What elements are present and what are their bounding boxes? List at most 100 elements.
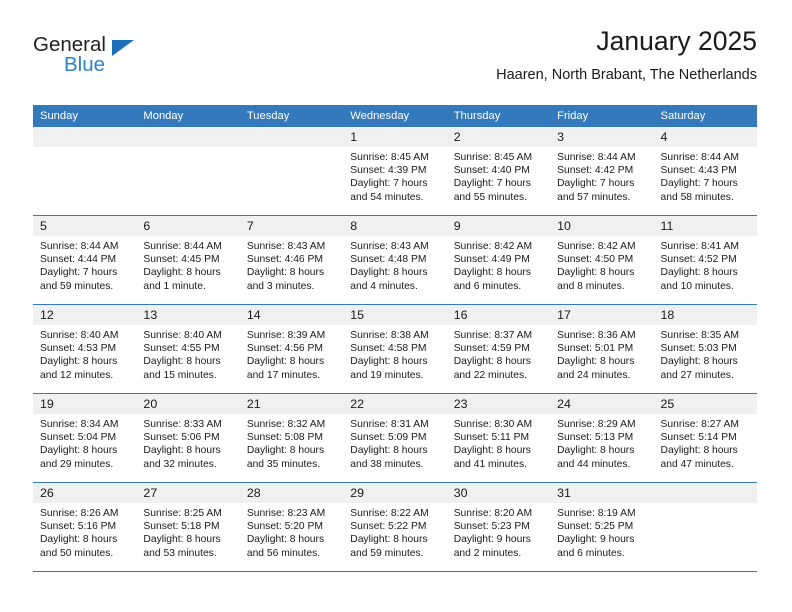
weekday-header-thursday: Thursday (446, 105, 551, 127)
daylight-text-line2: and 17 minutes. (246, 369, 321, 381)
day-number: 2 (446, 127, 551, 147)
weekday-header-row: Sunday Monday Tuesday Wednesday Thursday… (33, 105, 757, 127)
sunset-text: Sunset: 5:18 PM (143, 521, 220, 533)
sunset-text: Sunset: 5:20 PM (246, 521, 323, 533)
calendar-day-cell[interactable]: 2 Sunrise: 8:45 AM Sunset: 4:40 PM Daylight… (446, 127, 551, 216)
sunrise-text: Sunrise: 8:23 AM (246, 508, 326, 519)
day-details: Sunrise: 8:37 AM Sunset: 4:59 PM Daylight:… (447, 325, 550, 382)
sunset-text: Sunset: 4:53 PM (40, 343, 117, 355)
daylight-text-line1: Daylight: 8 hours (350, 356, 428, 368)
calendar-page: General Blue January 2025 Haaren, North … (0, 0, 792, 612)
calendar-day-cell[interactable]: 23 Sunrise: 8:30 AM Sunset: 5:11 PM Dayligh… (446, 393, 551, 483)
day-number: 26 (33, 483, 137, 503)
calendar-day-cell[interactable]: 25 Sunrise: 8:27 AM Sunset: 5:14 PM Dayligh… (653, 393, 757, 483)
daylight-text-line1: Daylight: 8 hours (246, 356, 325, 368)
day-number: 6 (136, 216, 240, 236)
calendar-day-cell[interactable]: 22 Sunrise: 8:31 AM Sunset: 5:09 PM Dayligh… (343, 393, 447, 483)
day-details: Sunrise: 8:35 AM Sunset: 5:03 PM Daylight:… (654, 325, 757, 382)
daylight-text-line1: Daylight: 8 hours (40, 534, 118, 546)
day-number: 19 (33, 394, 137, 414)
calendar-day-cell[interactable]: 14 Sunrise: 8:39 AM Sunset: 4:56 PM Dayligh… (239, 304, 344, 394)
daylight-text-line1: Daylight: 8 hours (40, 356, 118, 368)
calendar-day-cell[interactable]: 9 Sunrise: 8:42 AM Sunset: 4:49 PM Daylight… (446, 215, 551, 305)
daylight-text-line2: and 8 minutes. (557, 280, 625, 292)
calendar-cell-empty (33, 127, 137, 216)
sunset-text: Sunset: 4:55 PM (143, 343, 220, 355)
sunset-text: Sunset: 4:56 PM (246, 343, 323, 355)
calendar-day-cell[interactable]: 31 Sunrise: 8:19 AM Sunset: 5:25 PM Dayligh… (550, 482, 654, 572)
calendar-day-cell[interactable]: 13 Sunrise: 8:40 AM Sunset: 4:55 PM Dayligh… (136, 304, 240, 394)
sunrise-text: Sunrise: 8:30 AM (453, 419, 533, 430)
calendar-day-cell[interactable]: 21 Sunrise: 8:32 AM Sunset: 5:08 PM Dayligh… (239, 393, 344, 483)
daylight-text-line2: and 35 minutes. (246, 458, 321, 470)
day-number: 9 (446, 216, 551, 236)
calendar-day-cell[interactable]: 26 Sunrise: 8:26 AM Sunset: 5:16 PM Dayligh… (33, 482, 137, 572)
calendar-day-cell[interactable]: 6 Sunrise: 8:44 AM Sunset: 4:45 PM Daylight… (136, 215, 240, 305)
sunset-text: Sunset: 4:39 PM (350, 165, 427, 177)
calendar-day-cell[interactable]: 3 Sunrise: 8:44 AM Sunset: 4:42 PM Daylight… (550, 127, 654, 216)
day-number: 23 (446, 394, 551, 414)
daylight-text-line1: Daylight: 8 hours (350, 534, 428, 546)
daylight-text-line2: and 12 minutes. (40, 369, 114, 381)
day-details: Sunrise: 8:45 AM Sunset: 4:39 PM Daylight:… (343, 147, 446, 204)
calendar-day-cell[interactable]: 24 Sunrise: 8:29 AM Sunset: 5:13 PM Dayligh… (550, 393, 654, 483)
day-details: Sunrise: 8:23 AM Sunset: 5:20 PM Daylight:… (240, 503, 343, 560)
day-details: Sunrise: 8:19 AM Sunset: 5:25 PM Daylight:… (550, 503, 653, 560)
sunset-text: Sunset: 5:04 PM (40, 432, 117, 444)
sunrise-text: Sunrise: 8:45 AM (453, 152, 533, 163)
daylight-text-line2: and 58 minutes. (660, 191, 734, 203)
day-number: 30 (446, 483, 551, 503)
calendar-day-cell[interactable]: 19 Sunrise: 8:34 AM Sunset: 5:04 PM Dayligh… (33, 393, 137, 483)
sunset-text: Sunset: 5:06 PM (143, 432, 220, 444)
calendar-day-cell[interactable]: 20 Sunrise: 8:33 AM Sunset: 5:06 PM Dayligh… (136, 393, 240, 483)
calendar-day-cell[interactable]: 16 Sunrise: 8:37 AM Sunset: 4:59 PM Dayligh… (446, 304, 551, 394)
day-details: Sunrise: 8:42 AM Sunset: 4:50 PM Daylight:… (550, 236, 653, 293)
calendar-day-cell[interactable]: 18 Sunrise: 8:35 AM Sunset: 5:03 PM Dayligh… (653, 304, 757, 394)
calendar-day-cell[interactable]: 15 Sunrise: 8:38 AM Sunset: 4:58 PM Dayligh… (343, 304, 447, 394)
sunrise-text: Sunrise: 8:42 AM (557, 241, 636, 252)
sunrise-text: Sunrise: 8:42 AM (453, 241, 533, 252)
sunrise-text: Sunrise: 8:44 AM (660, 152, 739, 163)
day-details: Sunrise: 8:27 AM Sunset: 5:14 PM Daylight:… (654, 414, 757, 471)
day-number: 24 (550, 394, 654, 414)
generalblue-logo[interactable]: General Blue (33, 34, 203, 83)
day-details: Sunrise: 8:26 AM Sunset: 5:16 PM Daylight:… (33, 503, 136, 560)
day-number: 28 (239, 483, 344, 503)
daylight-text-line2: and 22 minutes. (453, 369, 527, 381)
weekday-header-wednesday: Wednesday (343, 105, 447, 127)
day-number: 22 (343, 394, 447, 414)
calendar-day-cell[interactable]: 10 Sunrise: 8:42 AM Sunset: 4:50 PM Dayligh… (550, 215, 654, 305)
calendar-day-cell[interactable]: 11 Sunrise: 8:41 AM Sunset: 4:52 PM Dayligh… (653, 215, 757, 305)
day-details: Sunrise: 8:44 AM Sunset: 4:45 PM Daylight:… (136, 236, 239, 293)
calendar-day-cell[interactable]: 28 Sunrise: 8:23 AM Sunset: 5:20 PM Dayligh… (239, 482, 344, 572)
calendar-day-cell[interactable]: 29 Sunrise: 8:22 AM Sunset: 5:22 PM Dayligh… (343, 482, 447, 572)
sunrise-text: Sunrise: 8:44 AM (557, 152, 636, 163)
daylight-text-line1: Daylight: 8 hours (143, 445, 221, 457)
daylight-text-line1: Daylight: 8 hours (246, 445, 325, 457)
calendar-day-cell[interactable]: 30 Sunrise: 8:20 AM Sunset: 5:23 PM Dayligh… (446, 482, 551, 572)
daylight-text-line1: Daylight: 8 hours (453, 445, 531, 457)
day-details: Sunrise: 8:36 AM Sunset: 5:01 PM Daylight:… (550, 325, 653, 382)
calendar-day-cell[interactable]: 8 Sunrise: 8:43 AM Sunset: 4:48 PM Daylight… (343, 215, 447, 305)
sunrise-text: Sunrise: 8:26 AM (40, 508, 119, 519)
calendar-day-cell[interactable]: 17 Sunrise: 8:36 AM Sunset: 5:01 PM Dayligh… (550, 304, 654, 394)
calendar-day-cell[interactable]: 1 Sunrise: 8:45 AM Sunset: 4:39 PM Daylight… (343, 127, 447, 216)
sunrise-text: Sunrise: 8:20 AM (453, 508, 533, 519)
calendar-day-cell[interactable]: 27 Sunrise: 8:25 AM Sunset: 5:18 PM Dayligh… (136, 482, 240, 572)
day-number (653, 483, 757, 503)
daylight-text-line2: and 2 minutes. (453, 547, 522, 559)
calendar-day-cell[interactable]: 4 Sunrise: 8:44 AM Sunset: 4:43 PM Daylight… (653, 127, 757, 216)
sunrise-text: Sunrise: 8:31 AM (350, 419, 429, 430)
calendar-day-cell[interactable]: 5 Sunrise: 8:44 AM Sunset: 4:44 PM Daylight… (33, 215, 137, 305)
sunset-text: Sunset: 5:25 PM (557, 521, 634, 533)
calendar-day-cell[interactable]: 12 Sunrise: 8:40 AM Sunset: 4:53 PM Dayligh… (33, 304, 137, 394)
sunset-text: Sunset: 4:59 PM (453, 343, 530, 355)
daylight-text-line2: and 3 minutes. (246, 280, 315, 292)
daylight-text-line1: Daylight: 9 hours (453, 534, 531, 546)
day-details: Sunrise: 8:44 AM Sunset: 4:44 PM Daylight:… (33, 236, 136, 293)
sunset-text: Sunset: 5:09 PM (350, 432, 427, 444)
day-details: Sunrise: 8:41 AM Sunset: 4:52 PM Daylight:… (654, 236, 757, 293)
daylight-text-line2: and 50 minutes. (40, 547, 114, 559)
calendar-day-cell[interactable]: 7 Sunrise: 8:43 AM Sunset: 4:46 PM Daylight… (239, 215, 344, 305)
page-title: January 2025 (596, 26, 757, 56)
